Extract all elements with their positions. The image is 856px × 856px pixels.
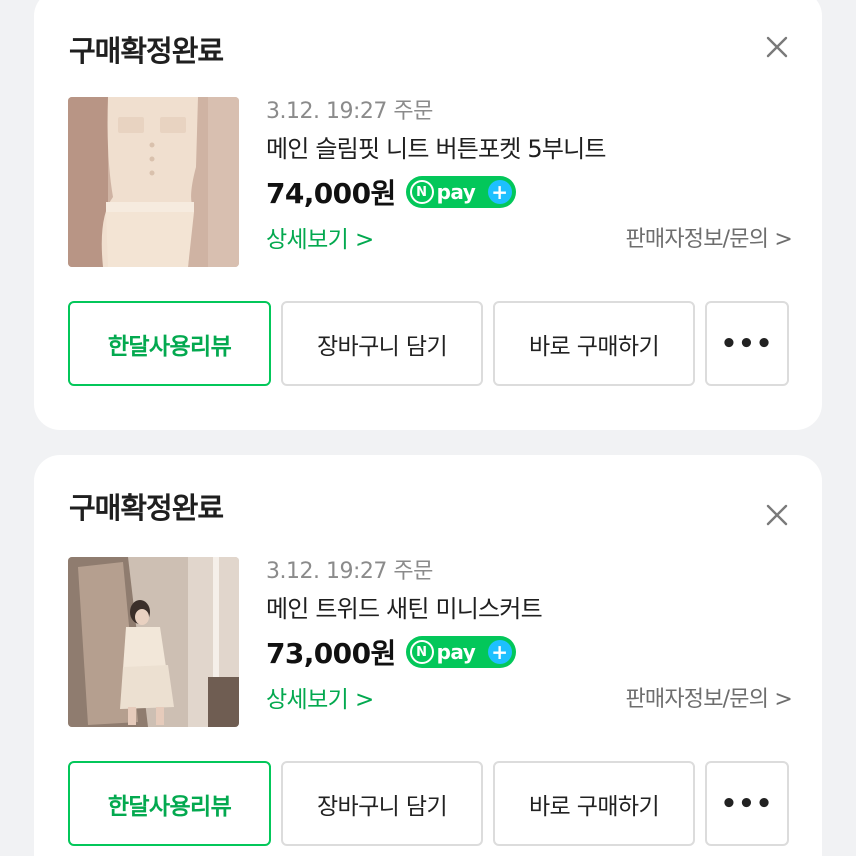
npay-label: pay xyxy=(436,640,476,664)
product-name[interactable]: 메인 트위드 새틴 미니스커트 xyxy=(266,589,792,629)
links-row: 상세보기 > 판매자정보/문의 > xyxy=(266,217,793,257)
order-date: 3.12. 19:27 주문 xyxy=(266,99,433,124)
npay-plus-badge: N pay + xyxy=(405,176,516,208)
add-to-cart-button[interactable]: 장바구니 담기 xyxy=(281,761,483,846)
order-date: 3.12. 19:27 주문 xyxy=(266,559,433,584)
view-details-link[interactable]: 상세보기 > xyxy=(266,220,374,254)
npay-label: pay xyxy=(436,180,476,204)
npay-n-icon: N xyxy=(409,180,434,204)
order-meta: 3.12. 19:27 주문 메인 트위드 새틴 미니스커트 73,000원 N… xyxy=(266,555,793,717)
order-status-title: 구매확정완료 xyxy=(69,491,224,525)
monthly-review-button[interactable]: 한달사용리뷰 xyxy=(68,761,271,846)
npay-n-icon: N xyxy=(409,640,434,664)
product-name[interactable]: 메인 슬림핏 니트 버튼포켓 5부니트 xyxy=(266,129,792,169)
price-row: 73,000원 N pay + xyxy=(266,629,792,675)
plus-icon: + xyxy=(487,180,512,204)
order-history-page: 구매확정완료 3.12. 19:27 주문 메인 슬림핏 니트 버튼포켓 5부니… xyxy=(0,0,856,856)
monthly-review-button[interactable]: 한달사용리뷰 xyxy=(68,301,271,386)
close-icon[interactable] xyxy=(762,32,792,62)
view-details-link[interactable]: 상세보기 > xyxy=(266,680,374,714)
product-thumbnail[interactable] xyxy=(68,97,239,267)
add-to-cart-button[interactable]: 장바구니 담기 xyxy=(281,301,483,386)
price-row: 74,000원 N pay + xyxy=(266,169,792,215)
links-row: 상세보기 > 판매자정보/문의 > xyxy=(266,677,793,717)
npay-plus-badge: N pay + xyxy=(405,636,516,668)
seller-info-link[interactable]: 판매자정보/문의 > xyxy=(625,681,792,713)
order-status-title: 구매확정완료 xyxy=(69,34,224,68)
product-price: 74,000원 xyxy=(266,177,396,210)
order-actions: 한달사용리뷰 장바구니 담기 바로 구매하기 ••• xyxy=(68,761,789,846)
more-options-button[interactable]: ••• xyxy=(705,301,789,386)
order-card: 구매확정완료 3.12. 19:27 주문 메인 슬림핏 니트 버튼포켓 5부니… xyxy=(34,0,822,430)
plus-icon: + xyxy=(487,640,512,664)
seller-info-link[interactable]: 판매자정보/문의 > xyxy=(625,221,792,253)
buy-now-button[interactable]: 바로 구매하기 xyxy=(493,761,695,846)
order-card: 구매확정완료 3.12. 19:27 주문 메인 트위드 새틴 미니스커트 73… xyxy=(34,455,822,856)
order-meta: 3.12. 19:27 주문 메인 슬림핏 니트 버튼포켓 5부니트 74,00… xyxy=(266,95,793,257)
order-actions: 한달사용리뷰 장바구니 담기 바로 구매하기 ••• xyxy=(68,301,789,386)
buy-now-button[interactable]: 바로 구매하기 xyxy=(493,301,695,386)
close-icon[interactable] xyxy=(762,500,792,530)
more-options-button[interactable]: ••• xyxy=(705,761,789,846)
product-thumbnail[interactable] xyxy=(68,557,239,727)
product-price: 73,000원 xyxy=(266,637,396,670)
